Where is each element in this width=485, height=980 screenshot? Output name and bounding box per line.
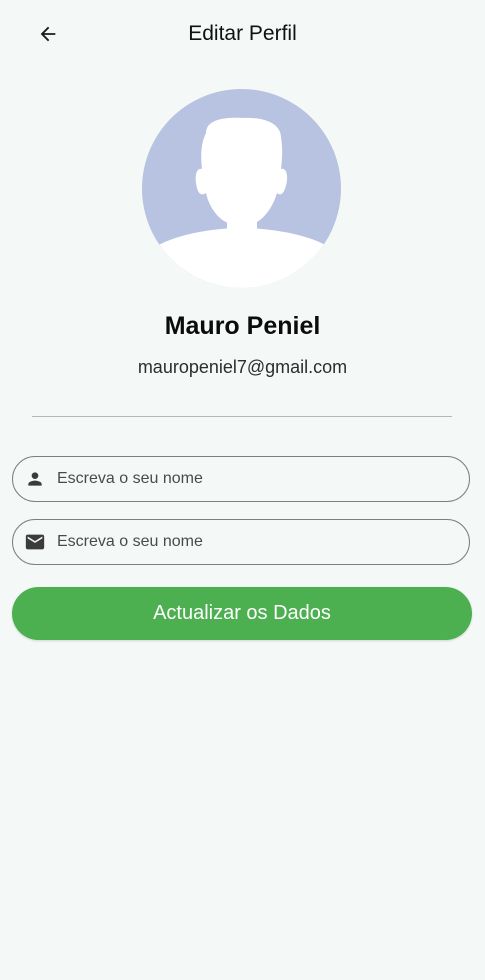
email-input[interactable] — [57, 533, 457, 551]
profile-email: mauropeniel7@gmail.com — [137, 357, 348, 377]
profile-name: Mauro Peniel — [164, 312, 321, 340]
name-input[interactable] — [57, 470, 457, 488]
app-bar: Editar Perfil — [0, 0, 485, 68]
update-data-button[interactable]: Actualizar os Dados — [12, 587, 472, 640]
person-icon — [13, 469, 57, 489]
person-silhouette-icon — [142, 117, 341, 288]
divider — [32, 416, 452, 417]
avatar[interactable] — [142, 89, 341, 288]
email-field[interactable] — [12, 519, 470, 565]
page-title: Editar Perfil — [188, 22, 297, 45]
name-field[interactable] — [12, 456, 470, 502]
mail-icon — [13, 531, 57, 553]
